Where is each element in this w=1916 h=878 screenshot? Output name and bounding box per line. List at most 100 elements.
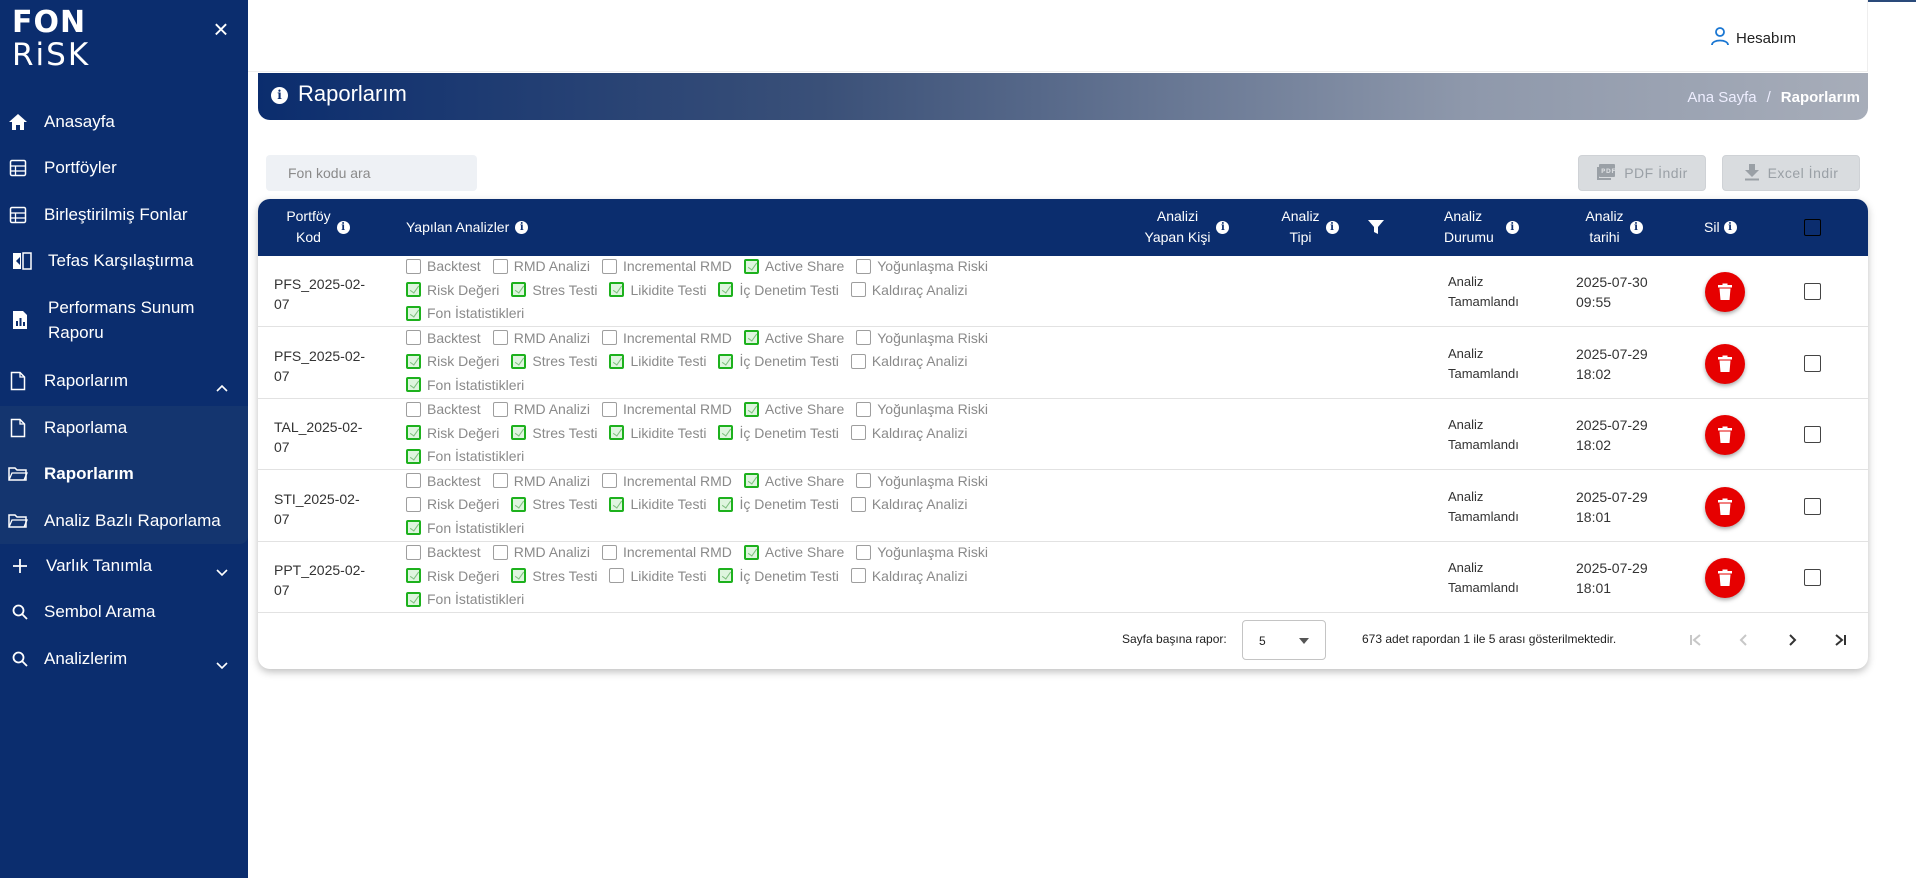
sidebar-item-raporlarim-group[interactable]: Raporlarım: [0, 369, 248, 393]
analyses-line: Risk Değeri Stres Testi Likidite Testi İç D…: [406, 568, 980, 584]
first-page-icon[interactable]: [1684, 628, 1708, 652]
column-header-analysis-date[interactable]: Analiz tarihi i: [1576, 206, 1652, 248]
unchecked-box-icon: [601, 330, 617, 345]
delete-report-button[interactable]: [1705, 343, 1745, 384]
analysis-status-cell: Analiz Tamamlandı: [1448, 487, 1548, 527]
row-select-checkbox[interactable]: [1804, 426, 1821, 443]
sidebar-item-raporlama[interactable]: Raporlama: [0, 416, 248, 440]
select-all-checkbox[interactable]: [1804, 219, 1821, 236]
analysis-name: Incremental RMD: [622, 329, 732, 346]
column-header-portfolio-code[interactable]: Portföy Kod i: [274, 206, 362, 248]
sidebar-item-birlestirilmis-fonlar[interactable]: Birleştirilmiş Fonlar: [0, 203, 248, 227]
row-select-checkbox[interactable]: [1804, 283, 1821, 300]
table-row: PPT_2025-02- 07 Backtest RMD Analizi Increme…: [258, 542, 1868, 613]
rows-per-page-select[interactable]: 5: [1242, 620, 1326, 660]
portfolio-code-cell: PFS_2025-02- 07: [274, 274, 384, 314]
time-text: 09:55: [1576, 294, 1612, 310]
row-select-checkbox[interactable]: [1804, 497, 1821, 515]
analysis-checkbox: Risk Değeri: [406, 282, 499, 298]
close-sidebar-icon[interactable]: ×: [210, 16, 232, 42]
logo-line-1: FON: [12, 5, 87, 40]
sidebar-item-raporlarim[interactable]: Raporlarım: [0, 462, 248, 486]
analysis-checkbox: Incremental RMD: [601, 473, 732, 489]
sidebar-item-sembol-arama[interactable]: Sembol Arama: [0, 600, 248, 624]
sidebar-item-analizlerim[interactable]: Analizlerim: [0, 647, 248, 671]
unchecked-box-icon: [492, 258, 508, 274]
info-icon[interactable]: i: [1505, 220, 1519, 234]
fund-code-search-input[interactable]: [266, 155, 477, 191]
delete-report-button[interactable]: [1705, 272, 1745, 312]
fonrisk-logo[interactable]: FON RiSK: [12, 5, 92, 73]
home-icon: [8, 112, 28, 132]
analysis-checkbox: Incremental RMD: [601, 258, 732, 274]
info-icon[interactable]: i: [336, 220, 350, 234]
sidebar: FON RiSK × Anasayfa Portföyler Birleştir…: [0, 0, 248, 878]
analysis-name: Active Share: [764, 544, 845, 560]
analysis-name: Kaldıraç Analizi: [871, 496, 968, 512]
analysis-checkbox: Kaldıraç Analizi: [850, 496, 968, 512]
pdf-download-label: PDF İndir: [1624, 165, 1688, 181]
analysis-checkbox: RMD Analizi: [492, 544, 590, 560]
sidebar-item-performans-sunum-raporu[interactable]: Performans Sunum Raporu: [0, 295, 248, 345]
next-page-icon[interactable]: [1780, 628, 1804, 652]
analysis-name: İç Denetim Testi: [739, 567, 839, 584]
row-select-checkbox[interactable]: [1804, 569, 1821, 586]
previous-page-icon[interactable]: [1732, 628, 1756, 652]
filter-icon[interactable]: [1366, 217, 1386, 237]
compare-icon: [12, 251, 32, 271]
info-icon[interactable]: i: [1325, 220, 1339, 234]
analysis-name: Fon İstatistikleri: [427, 305, 525, 321]
column-header-analysis-type[interactable]: Analiz Tipi i: [1270, 206, 1350, 248]
info-icon[interactable]: i: [515, 221, 529, 234]
sidebar-item-label: Birleştirilmiş Fonlar: [44, 205, 188, 224]
analysis-status-cell: Analiz Tamamlandı: [1448, 344, 1548, 384]
column-header-analyses[interactable]: Yapılan Analizler i: [406, 217, 529, 238]
status-text: Tamamlandı: [1448, 508, 1519, 524]
chevron-up-icon: [216, 377, 228, 392]
info-icon: i: [271, 87, 288, 104]
info-icon[interactable]: i: [1723, 221, 1737, 234]
account-button[interactable]: Hesabım: [1710, 26, 1796, 50]
analysis-name: Backtest: [427, 401, 481, 417]
delete-report-button[interactable]: [1705, 558, 1745, 598]
row-select-checkbox[interactable]: [1804, 354, 1821, 372]
portfolio-code-text: 07: [274, 367, 290, 384]
sidebar-item-varlik-tanimla[interactable]: Varlık Tanımla: [0, 554, 248, 578]
pdf-download-button[interactable]: PDF PDF İndir: [1578, 155, 1706, 191]
column-header-analysis-status[interactable]: Analiz Durumu i: [1444, 206, 1526, 248]
checked-box-icon: [406, 568, 421, 583]
delete-report-button[interactable]: [1705, 415, 1745, 455]
info-icon[interactable]: i: [1629, 220, 1643, 234]
sidebar-item-anasayfa[interactable]: Anasayfa: [0, 110, 248, 134]
chevron-down-icon: [216, 562, 228, 577]
analyses-line: Fon İstatistikleri: [406, 377, 536, 393]
sidebar-item-portfoyler[interactable]: Portföyler: [0, 156, 248, 180]
column-header-analyzed-by[interactable]: Analizi Yapan Kişi i: [1133, 206, 1241, 248]
portfolio-code-text: PFS_2025-02-: [274, 347, 366, 364]
breadcrumb-home-link[interactable]: Ana Sayfa: [1687, 89, 1756, 106]
merged-funds-icon: [8, 205, 28, 225]
sidebar-item-tefas-karsilastirma[interactable]: Tefas Karşılaştırma: [0, 249, 248, 273]
status-text: Tamamlandı: [1448, 365, 1519, 381]
unchecked-box-icon: [492, 544, 508, 560]
time-text: 18:02: [1576, 365, 1612, 382]
last-page-icon[interactable]: [1828, 628, 1852, 652]
portfolio-code-cell: PPT_2025-02- 07: [274, 560, 384, 600]
info-icon[interactable]: i: [1216, 220, 1230, 234]
excel-download-button[interactable]: Excel İndir: [1722, 155, 1860, 191]
analysis-name: Stres Testi: [532, 353, 598, 369]
analysis-checkbox: Stres Testi: [511, 282, 597, 298]
analysis-date-cell: 2025-07-30 09:55: [1576, 272, 1676, 312]
status-text: Analiz: [1448, 560, 1484, 575]
analysis-name: Kaldıraç Analizi: [871, 567, 968, 584]
column-header-delete[interactable]: Sil i: [1704, 217, 1737, 238]
search-icon: [10, 602, 30, 622]
portfolio-code-cell: STI_2025-02- 07: [274, 489, 384, 529]
analysis-name: Fon İstatistikleri: [427, 519, 525, 536]
delete-report-button[interactable]: [1705, 486, 1745, 527]
analysis-checkbox: İç Denetim Testi: [718, 425, 839, 441]
breadcrumb-current: Raporlarım: [1780, 89, 1860, 106]
excel-download-label: Excel İndir: [1767, 165, 1839, 181]
user-icon: [1710, 26, 1730, 50]
sidebar-item-analiz-bazli-raporlama[interactable]: Analiz Bazlı Raporlama: [0, 509, 248, 533]
